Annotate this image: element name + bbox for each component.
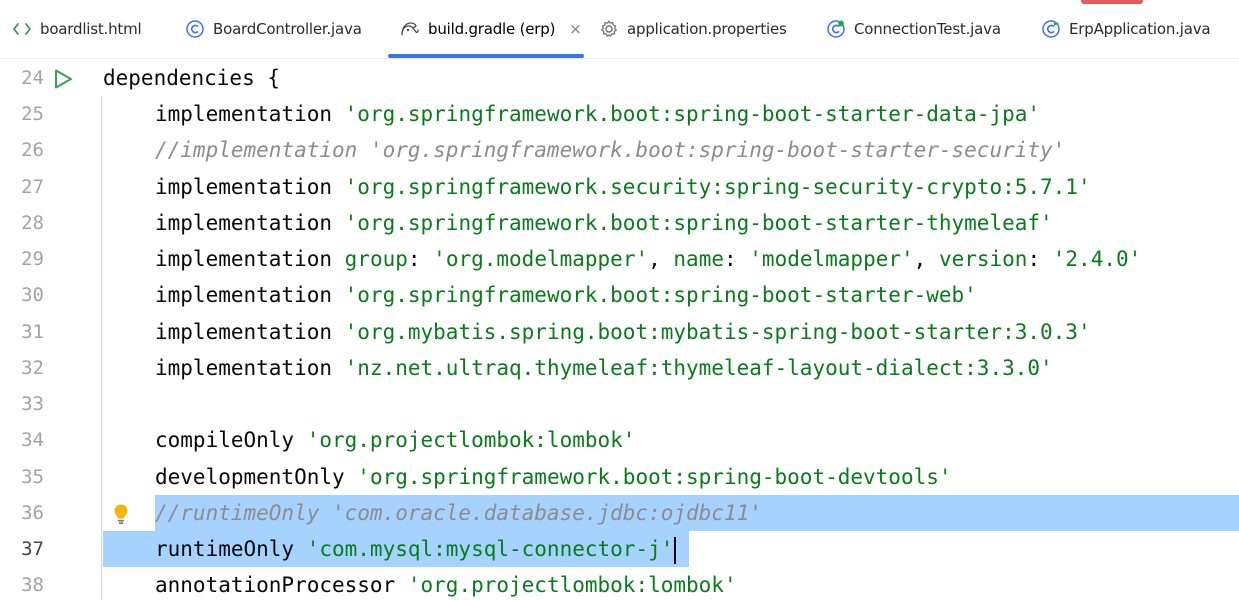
code-line: 30 implementation 'org.springframework.b… bbox=[0, 277, 1239, 313]
tab-boardlist-html[interactable]: boardlist.html bbox=[0, 0, 153, 58]
code-line: 28 implementation 'org.springframework.b… bbox=[0, 205, 1239, 241]
code-line-selected: 37 runtimeOnly 'com.mysql:mysql-connecto… bbox=[0, 531, 1239, 567]
code-text: implementation 'org.mybatis.spring.boot:… bbox=[155, 320, 1091, 344]
line-number: 35 bbox=[21, 466, 44, 488]
code-text: annotationProcessor 'org.projectlombok:l… bbox=[155, 573, 737, 597]
line-number: 32 bbox=[21, 357, 44, 379]
line-number: 28 bbox=[21, 212, 44, 234]
code-line-selected: 36 //runtimeOnly 'com.oracle.database.jd… bbox=[0, 495, 1239, 531]
code-line: 27 implementation 'org.springframework.s… bbox=[0, 169, 1239, 205]
line-number: 33 bbox=[21, 393, 44, 415]
text-caret bbox=[674, 536, 677, 564]
line-number: 29 bbox=[21, 248, 44, 270]
code-text: implementation 'org.springframework.boot… bbox=[155, 283, 977, 307]
code-text: implementation 'org.springframework.boot… bbox=[155, 211, 1053, 235]
line-number: 27 bbox=[21, 176, 44, 198]
java-class-icon bbox=[185, 19, 205, 39]
code-text: implementation group: 'org.modelmapper',… bbox=[155, 247, 1142, 271]
line-number: 24 bbox=[21, 67, 44, 89]
line-number: 38 bbox=[21, 574, 44, 596]
code-line: 29 implementation group: 'org.modelmappe… bbox=[0, 241, 1239, 277]
line-number: 34 bbox=[21, 429, 44, 451]
code-text: dependencies { bbox=[103, 66, 281, 90]
html-icon bbox=[12, 19, 32, 39]
java-test-icon bbox=[826, 19, 846, 39]
code-text: //runtimeOnly 'com.oracle.database.jdbc:… bbox=[155, 501, 762, 525]
line-number: 31 bbox=[21, 321, 44, 343]
code-line: 32 implementation 'nz.net.ultraq.thymele… bbox=[0, 350, 1239, 386]
line-number: 26 bbox=[21, 139, 44, 161]
tab-connectiontest-java[interactable]: ConnectionTest.java bbox=[814, 0, 1013, 58]
editor-tab-bar: boardlist.html BoardController.java buil… bbox=[0, 0, 1239, 59]
code-text: compileOnly 'org.projectlombok:lombok' bbox=[155, 428, 636, 452]
code-line: 24 dependencies { bbox=[0, 60, 1239, 96]
lightbulb-icon[interactable] bbox=[112, 503, 130, 525]
tab-label: ConnectionTest.java bbox=[854, 20, 1001, 38]
code-text: runtimeOnly 'com.mysql:mysql-connector-j… bbox=[155, 531, 677, 567]
line-number: 36 bbox=[21, 502, 44, 524]
code-text: implementation 'org.springframework.boot… bbox=[155, 102, 1041, 126]
code-line: 25 implementation 'org.springframework.b… bbox=[0, 96, 1239, 132]
tab-label: application.properties bbox=[627, 20, 787, 38]
code-text: //implementation 'org.springframework.bo… bbox=[155, 138, 1066, 162]
tab-label: boardlist.html bbox=[40, 20, 142, 38]
code-line: 35 developmentOnly 'org.springframework.… bbox=[0, 459, 1239, 495]
tab-label: BoardController.java bbox=[213, 20, 362, 38]
run-icon[interactable] bbox=[52, 68, 74, 90]
tab-label: ErpApplication.java bbox=[1069, 20, 1211, 38]
line-number: 25 bbox=[21, 103, 44, 125]
tab-erpapplication-java[interactable]: ErpApplication.java bbox=[1029, 0, 1222, 58]
tab-label: build.gradle (erp) bbox=[428, 20, 556, 38]
java-app-icon bbox=[1041, 19, 1061, 39]
tab-application-properties[interactable]: application.properties bbox=[587, 0, 799, 58]
gear-icon bbox=[599, 19, 619, 39]
code-line: 26 //implementation 'org.springframework… bbox=[0, 132, 1239, 168]
line-number: 30 bbox=[21, 284, 44, 306]
close-icon[interactable]: × bbox=[569, 21, 582, 37]
gradle-icon bbox=[400, 19, 420, 39]
code-line: 31 implementation 'org.mybatis.spring.bo… bbox=[0, 314, 1239, 350]
code-text: implementation 'nz.net.ultraq.thymeleaf:… bbox=[155, 356, 1053, 380]
code-text: implementation 'org.springframework.secu… bbox=[155, 175, 1091, 199]
code-text: developmentOnly 'org.springframework.boo… bbox=[155, 465, 952, 489]
tab-build-gradle[interactable]: build.gradle (erp) × bbox=[388, 0, 584, 58]
tab-boardcontroller-java[interactable]: BoardController.java bbox=[173, 0, 374, 58]
window-edge-accent bbox=[1081, 0, 1143, 4]
code-line: 33 bbox=[0, 386, 1239, 422]
code-line: 38 annotationProcessor 'org.projectlombo… bbox=[0, 567, 1239, 600]
line-number: 37 bbox=[21, 538, 44, 560]
code-editor[interactable]: 24 dependencies { 25 implementation 'org… bbox=[0, 59, 1239, 600]
code-line: 34 compileOnly 'org.projectlombok:lombok… bbox=[0, 422, 1239, 458]
